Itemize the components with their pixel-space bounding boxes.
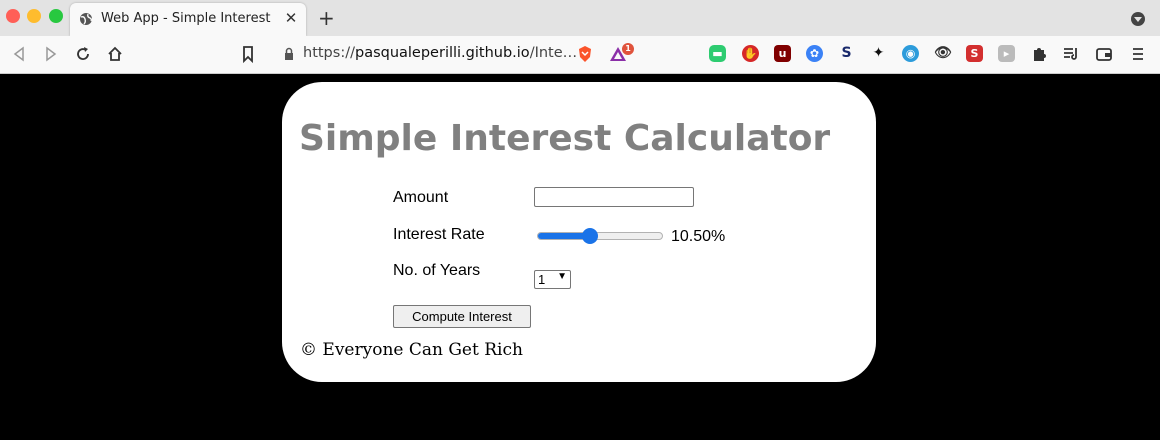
home-icon[interactable]	[105, 44, 125, 64]
chevron-down-icon: ▼	[557, 271, 567, 282]
amount-input[interactable]	[534, 187, 694, 207]
speech-extension-icon[interactable]: ▬	[709, 45, 726, 62]
interest-rate-label: Interest Rate	[393, 226, 485, 243]
tab-list-menu-icon[interactable]	[1131, 12, 1145, 26]
tab-strip: Web App - Simple Interest Cal ✕ +	[0, 0, 1160, 36]
url-host: pasqualeperilli.github.io	[354, 45, 530, 61]
menu-icon[interactable]	[1128, 44, 1148, 64]
bookmark-icon[interactable]	[238, 44, 258, 64]
tab-title: Web App - Simple Interest Cal	[101, 11, 271, 26]
back-icon[interactable]	[9, 44, 29, 64]
media-queue-icon[interactable]	[1061, 44, 1081, 64]
wallet-icon[interactable]	[1094, 44, 1114, 64]
footer-text: © Everyone Can Get Rich	[300, 340, 523, 360]
maximize-window-button[interactable]	[49, 9, 63, 23]
close-tab-icon[interactable]: ✕	[282, 9, 300, 27]
owl-extension-icon[interactable]: ◉	[902, 45, 919, 62]
years-label: No. of Years	[393, 262, 481, 279]
navigation-toolbar: https://pasqualeperilli.github.io/Inte… …	[0, 36, 1160, 74]
extensions-puzzle-icon[interactable]	[1029, 44, 1049, 64]
globe-icon	[80, 13, 93, 25]
s-extension-icon[interactable]: S	[838, 45, 855, 62]
page-viewport: Simple Interest Calculator Amount Intere…	[0, 74, 1160, 440]
calculator-card: Simple Interest Calculator Amount Intere…	[282, 82, 876, 382]
new-tab-button[interactable]: +	[318, 8, 335, 28]
amount-label: Amount	[393, 189, 449, 206]
notification-badge: 1	[622, 43, 634, 55]
github-extension-icon[interactable]: ✦	[870, 45, 887, 62]
forward-icon[interactable]	[41, 44, 61, 64]
years-select[interactable]: 1 ▼	[534, 270, 571, 289]
red-s-extension-icon[interactable]: S	[966, 45, 983, 62]
ublock-icon[interactable]: u	[774, 45, 791, 62]
interest-rate-slider[interactable]	[537, 228, 663, 244]
reload-icon[interactable]	[73, 44, 93, 64]
hand-stop-extension-icon[interactable]: ✋	[742, 45, 759, 62]
eye-extension-icon[interactable]: 👁	[934, 45, 952, 62]
close-window-button[interactable]	[6, 9, 20, 23]
compute-interest-button[interactable]: Compute Interest	[393, 305, 531, 328]
years-selected-value: 1	[538, 272, 546, 287]
minimize-window-button[interactable]	[27, 9, 41, 23]
url-scheme: https://	[303, 45, 355, 61]
lock-icon[interactable]	[279, 44, 299, 64]
url-bar[interactable]: https://pasqualeperilli.github.io/Inte…	[303, 45, 577, 61]
interest-rate-value: 10.50%	[671, 228, 726, 245]
colorful-extension-icon[interactable]: ✿	[806, 45, 823, 62]
url-path: /Inte…	[529, 45, 578, 61]
screen-extension-icon[interactable]: ▸	[998, 45, 1015, 62]
slider-thumb[interactable]	[582, 228, 599, 244]
page-title: Simple Interest Calculator	[299, 118, 831, 159]
brave-shields-icon[interactable]	[575, 44, 595, 64]
tab-active[interactable]: Web App - Simple Interest Cal ✕	[70, 3, 306, 36]
